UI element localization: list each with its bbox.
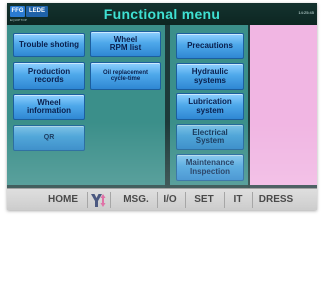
brand-logo: LEDE: [26, 6, 48, 17]
y-axis-arrows-icon[interactable]: [90, 193, 106, 208]
nav-home-button[interactable]: HOME: [43, 189, 83, 210]
production-records-label: Production records: [27, 66, 71, 84]
ffg-logo: FFG: [10, 6, 25, 17]
hmi-screen: FFG LEDE EQUIPTOP Functional menu 14:25:…: [7, 3, 317, 210]
precautions-button[interactable]: Precautions: [176, 33, 244, 59]
precautions-label: Precautions: [187, 40, 233, 50]
nav-divider: [252, 192, 253, 208]
lubrication-system-label: Lubrication system: [188, 97, 232, 115]
lubrication-system-button[interactable]: Lubrication system: [176, 93, 244, 120]
trouble-shooting-button[interactable]: Trouble shoting: [13, 33, 85, 57]
trouble-shooting-label: Trouble shoting: [19, 39, 79, 49]
nav-it-button[interactable]: IT: [228, 189, 248, 210]
y-axis-arrows-svg: [91, 194, 106, 207]
hydraulic-systems-label: Hydraulic systems: [191, 67, 229, 85]
oil-replacement-button[interactable]: Oil replacement cycle-time: [90, 62, 161, 90]
clock-readout: 14:25:45: [298, 10, 314, 15]
nav-divider: [110, 192, 111, 208]
page-title: Functional menu: [103, 6, 221, 22]
left-menu-panel: Trouble shoting Wheel RPM list Productio…: [7, 25, 165, 185]
maintenance-inspection-label: Maintenance Inspection: [185, 158, 235, 176]
nav-set-button[interactable]: SET: [189, 189, 219, 210]
header-bar: FFG LEDE EQUIPTOP Functional menu 14:25:…: [7, 3, 317, 25]
nav-divider: [224, 192, 225, 208]
maintenance-menu-panel: Precautions Hydraulic systems Lubricatio…: [170, 25, 248, 185]
wheel-information-label: Wheel information: [27, 97, 71, 115]
electrical-system-label: Electrical System: [192, 127, 228, 145]
nav-msg-button[interactable]: MSG.: [119, 189, 153, 210]
nav-io-button[interactable]: I/O: [159, 189, 181, 210]
electrical-system-button[interactable]: Electrical System: [176, 124, 244, 150]
production-records-button[interactable]: Production records: [13, 62, 85, 90]
brand-logo-subtitle: EQUIPTOP: [10, 18, 28, 22]
nav-dress-button[interactable]: DRESS: [255, 189, 297, 210]
nav-divider: [87, 192, 88, 208]
nav-divider: [157, 192, 158, 208]
qr-button[interactable]: QR: [13, 125, 85, 151]
nav-divider: [185, 192, 186, 208]
qr-label: QR: [43, 134, 55, 142]
wheel-rpm-list-button[interactable]: Wheel RPM list: [90, 31, 161, 57]
wheel-rpm-list-label: Wheel RPM list: [109, 34, 142, 52]
pink-side-panel: [250, 25, 317, 185]
wheel-information-button[interactable]: Wheel information: [13, 94, 85, 120]
maintenance-inspection-button[interactable]: Maintenance Inspection: [176, 154, 244, 181]
oil-replacement-label: Oil replacement cycle-time: [102, 69, 149, 82]
hydraulic-systems-button[interactable]: Hydraulic systems: [176, 63, 244, 90]
bottom-nav-bar: HOME MSG. I/O SET IT DRESS: [7, 188, 317, 210]
